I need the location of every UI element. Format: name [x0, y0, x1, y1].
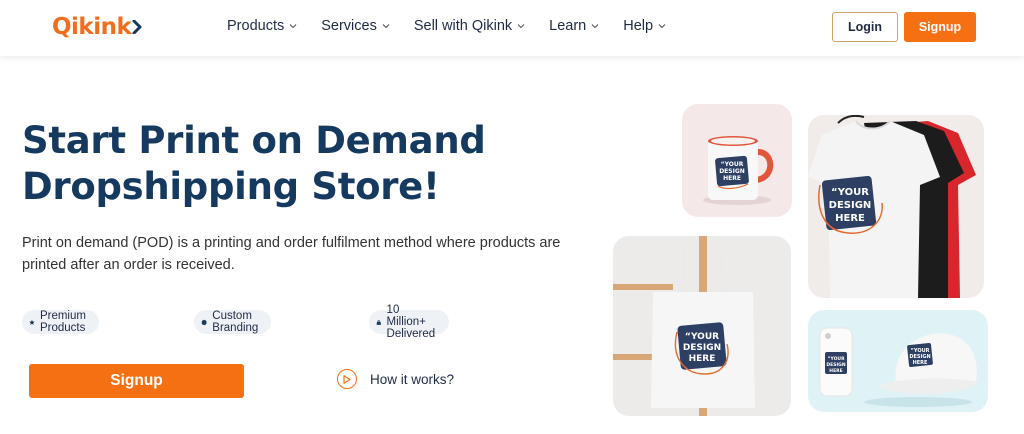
design-text: DESIGN	[683, 343, 721, 353]
logo-chevron-icon	[132, 20, 142, 34]
nav-services[interactable]: Services	[321, 18, 390, 34]
nav-help[interactable]: Help	[623, 18, 666, 34]
badge-label: 10 Million+ Delivered	[386, 304, 436, 340]
tote-bag-illustration: “YOUR DESIGN HERE	[613, 236, 755, 416]
tote-bag-product-image: “YOUR DESIGN HERE	[613, 236, 791, 416]
mug-product-image: “YOUR DESIGN HERE	[682, 104, 792, 217]
design-text: HERE	[835, 213, 865, 224]
mug-illustration: “YOUR DESIGN HERE	[703, 136, 774, 205]
star-icon	[29, 319, 35, 325]
cap-and-phone-case-image: “YOUR DESIGN HERE “YOUR DESIGN HERE	[808, 310, 988, 412]
design-text: DESIGN	[719, 168, 745, 175]
cap-phone-illustration: “YOUR DESIGN HERE “YOUR DESIGN HERE	[819, 327, 978, 407]
design-text: HERE	[829, 368, 842, 374]
chevron-down-icon	[591, 24, 599, 29]
hero-signup-button[interactable]: Signup	[29, 364, 244, 398]
design-text: HERE	[723, 175, 741, 182]
nav-sell-label: Sell with Qikink	[413, 18, 513, 34]
nav-learn[interactable]: Learn	[549, 18, 599, 34]
design-text: “YOUR	[827, 356, 845, 362]
design-text: HERE	[689, 354, 716, 364]
tshirt-illustration: “YOUR DESIGN HERE	[808, 115, 976, 298]
chevron-down-icon	[517, 24, 525, 29]
hero-description: Print on demand (POD) is a printing and …	[22, 235, 561, 273]
badge-label: Custom Branding	[212, 310, 259, 334]
nav-services-label: Services	[321, 18, 377, 34]
tshirt-product-image: “YOUR DESIGN HERE	[808, 115, 984, 298]
badge-delivered: 10 Million+ Delivered	[369, 304, 449, 340]
nav-products-label: Products	[227, 18, 285, 34]
play-icon	[337, 369, 357, 389]
badge-label: Premium Products	[39, 310, 86, 334]
nav-sell-with-qikink[interactable]: Sell with Qikink	[414, 18, 525, 34]
badge-seal-icon	[201, 319, 207, 325]
nav-learn-label: Learn	[549, 18, 587, 34]
main-nav: Products Services Sell with Qikink Learn…	[227, 18, 690, 34]
nav-products[interactable]: Products	[227, 18, 297, 34]
login-button[interactable]: Login	[832, 12, 898, 42]
qikink-logo[interactable]: Qikink	[52, 12, 142, 42]
hero-title: Start Print on Demand Dropshipping Store…	[22, 119, 486, 208]
design-text: HERE	[913, 360, 928, 366]
design-text: DESIGN	[826, 362, 845, 368]
badge-custom-branding: Custom Branding	[194, 310, 272, 334]
chevron-down-icon	[382, 24, 390, 29]
how-it-works-label: How it works?	[370, 371, 455, 387]
design-text: “YOUR	[685, 332, 719, 342]
design-text: “YOUR	[831, 187, 869, 198]
nav-help-label: Help	[623, 18, 654, 34]
chevron-down-icon	[658, 24, 666, 29]
logo-text: Qikink	[52, 14, 132, 40]
site-header: Qikink Products Services Sell with Qikin…	[0, 0, 1024, 56]
header-signup-button[interactable]: Signup	[904, 12, 976, 42]
bag-icon	[376, 319, 381, 325]
chevron-down-icon	[289, 24, 297, 29]
how-it-works-link[interactable]: How it works?	[337, 369, 454, 389]
design-text: DESIGN	[829, 200, 872, 211]
design-text: “YOUR	[721, 161, 744, 168]
badge-premium-products: Premium Products	[22, 310, 100, 334]
